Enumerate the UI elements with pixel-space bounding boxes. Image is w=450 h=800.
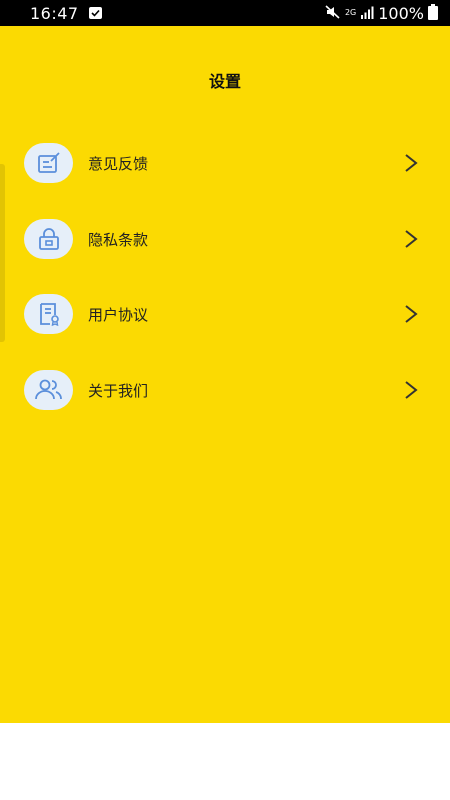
menu-item-user-agreement[interactable]: 用户协议: [0, 287, 450, 341]
chevron-right-icon: [404, 229, 418, 249]
menu-item-privacy[interactable]: 隐私条款: [0, 212, 450, 266]
menu-item-label: 隐私条款: [88, 230, 149, 249]
menu-item-label: 意见反馈: [88, 154, 149, 173]
status-left: 16:47: [30, 4, 102, 23]
battery-percent: 100%: [378, 3, 424, 23]
screen: 16:47 2G 100% 设置 意见反馈 隐私条款 用户协议 关于我们: [0, 0, 450, 800]
network-type: 2G: [344, 8, 357, 17]
status-right: 2G 100%: [321, 4, 438, 23]
status-time: 16:47: [30, 3, 79, 23]
menu-item-feedback[interactable]: 意见反馈: [0, 136, 450, 190]
page-title: 设置: [208, 72, 241, 91]
battery-icon: [428, 4, 438, 20]
menu-item-about-us[interactable]: 关于我们: [0, 363, 450, 417]
chevron-right-icon: [404, 304, 418, 324]
menu-item-label: 用户协议: [88, 305, 149, 324]
document-certificate-icon: [24, 294, 73, 334]
settings-page: 设置 意见反馈 隐私条款 用户协议 关于我们: [0, 26, 450, 723]
menu-item-label: 关于我们: [88, 381, 149, 400]
chevron-right-icon: [404, 153, 418, 173]
signal-icon: [360, 4, 374, 23]
status-bar: 16:47 2G 100%: [0, 0, 450, 26]
lock-icon: [24, 219, 73, 259]
feedback-edit-icon: [24, 143, 73, 183]
mute-icon: [325, 4, 341, 23]
chevron-right-icon: [404, 380, 418, 400]
notification-check-icon: [88, 7, 102, 19]
users-icon: [24, 370, 73, 410]
